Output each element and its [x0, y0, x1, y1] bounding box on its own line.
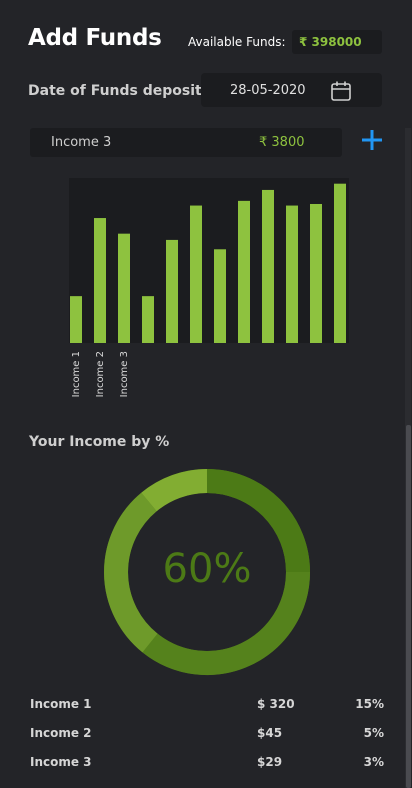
income-percent-title: Your Income by % [29, 434, 170, 450]
donut-segment-4 [141, 469, 208, 512]
chart-bar [310, 203, 322, 343]
chart-bar [286, 205, 298, 343]
plus-icon[interactable] [360, 128, 384, 152]
income-table: Income 1 $ 320 15% Income 2 $45 5% Incom… [30, 693, 384, 780]
available-funds-value: ₹ 398000 [292, 30, 382, 54]
chart-bar [190, 205, 202, 343]
page-title: Add Funds [28, 25, 162, 51]
available-funds-label: Available Funds: [188, 35, 286, 49]
table-row: Income 1 $ 320 15% [30, 693, 384, 722]
chart-bar [94, 218, 106, 343]
chart-bar [118, 233, 130, 343]
chart-bar [70, 296, 82, 343]
income-amount: $45 [257, 726, 283, 740]
donut-center-value: 60% [162, 546, 252, 592]
income-name: Income 3 [30, 755, 92, 769]
deposit-date-value: 28-05-2020 [230, 83, 306, 98]
income-name: Income 2 [30, 726, 92, 740]
income-name: Income 1 [30, 697, 92, 711]
deposit-date-field[interactable]: 28-05-2020 [201, 73, 382, 107]
chart-bar [142, 296, 154, 343]
income-percent: 5% [363, 726, 384, 740]
chart-bar [262, 189, 274, 343]
income-entry-name: Income 3 [51, 135, 112, 150]
income-entry-field[interactable]: Income 3 ₹ 3800 [30, 128, 342, 157]
chart-bar [214, 249, 226, 343]
income-entry-amount: ₹ 3800 [259, 135, 305, 150]
x-tick-label: Income 2 [95, 351, 106, 397]
table-row: Income 2 $45 5% [30, 722, 384, 751]
income-bar-chart: Income 1 Income 2 Income 3 [69, 178, 349, 397]
deposit-date-label: Date of Funds deposit [28, 83, 202, 99]
chart-plot-area [69, 178, 349, 343]
x-tick-label: Income 3 [119, 351, 130, 397]
chart-bar [334, 183, 346, 343]
table-row: Income 3 $29 3% [30, 751, 384, 780]
calendar-icon[interactable] [330, 80, 352, 102]
income-amount: $29 [257, 755, 283, 769]
income-percent: 3% [363, 755, 384, 769]
income-amount: $ 320 [257, 697, 295, 711]
x-tick-label: Income 1 [71, 351, 82, 397]
income-percent: 15% [355, 697, 384, 711]
chart-bar [238, 200, 250, 343]
scrollbar-thumb[interactable] [406, 425, 411, 788]
chart-bar [166, 239, 178, 343]
